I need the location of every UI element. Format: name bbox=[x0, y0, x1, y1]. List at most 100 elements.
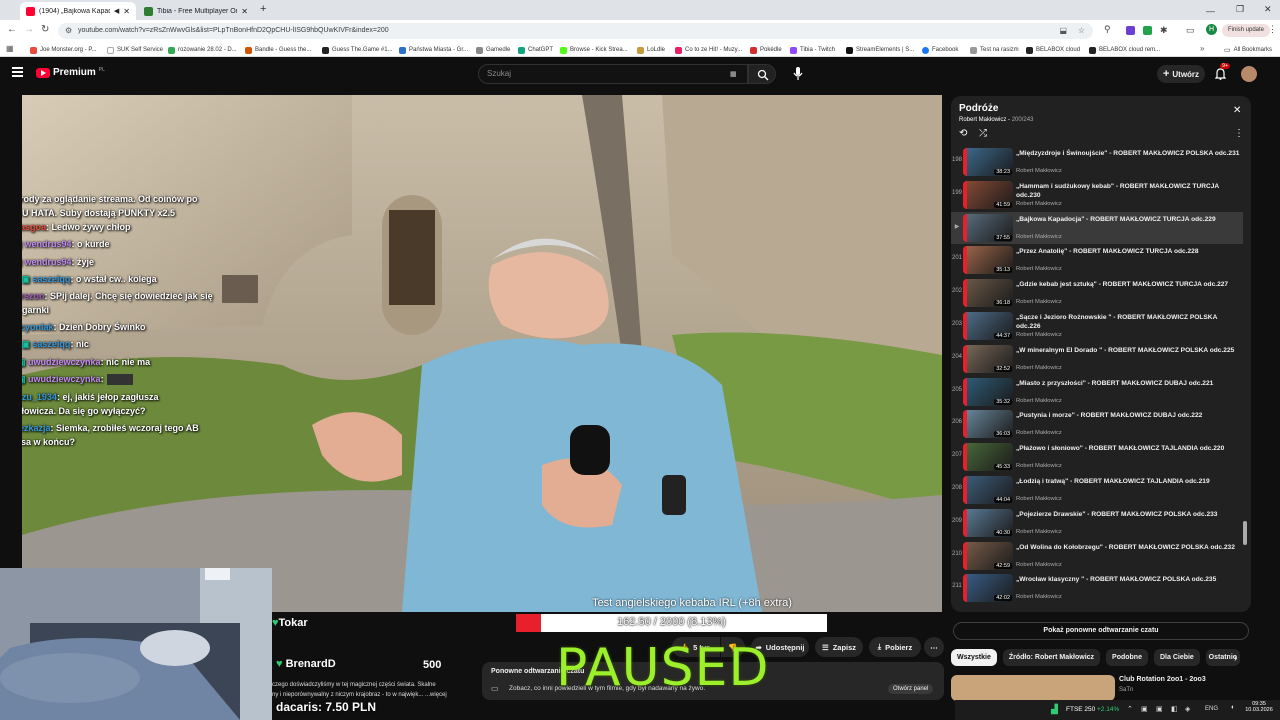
playlist-item-channel[interactable]: Robert Makłowicz bbox=[1016, 299, 1062, 305]
close-playlist-icon[interactable]: ✕ bbox=[1233, 105, 1241, 116]
close-tab-icon[interactable]: ✕ bbox=[123, 7, 130, 16]
playlist-item[interactable]: 205 35:32 „Miasto z przyszłości" - ROBERT … bbox=[951, 376, 1243, 408]
playlist-item[interactable]: 201 35:13 „Przez Anatolię" - ROBERT MAKŁOW… bbox=[951, 244, 1243, 276]
bookmark-item[interactable]: Browse - Kick Strea... bbox=[560, 45, 628, 55]
playlist-menu-icon[interactable]: ⋮ bbox=[1234, 128, 1244, 139]
bookmark-item[interactable]: Tibia - Twitch bbox=[790, 45, 835, 55]
youtube-logo[interactable]: Premium PL bbox=[36, 67, 105, 78]
chevron-right-icon[interactable]: » bbox=[1200, 44, 1204, 53]
bookmark-item[interactable]: Gamedle bbox=[476, 45, 510, 55]
playlist-item-thumbnail[interactable]: 32:52 bbox=[963, 344, 1013, 373]
notifications-bell-icon[interactable] bbox=[1214, 67, 1227, 85]
tab-youtube[interactable]: (1904) „Bajkowa Kapadocja" - ROBE ◀ ✕ bbox=[20, 2, 136, 20]
minimize-icon[interactable]: — bbox=[1206, 6, 1215, 16]
clock[interactable]: 09:35 10.03.2026 bbox=[1243, 701, 1275, 713]
install-icon[interactable]: ⬓ bbox=[1059, 23, 1067, 39]
playlist-item-title[interactable]: „Łodzią i tratwą" - ROBERT MAKŁOWICZ TAJ… bbox=[1016, 477, 1241, 486]
playlist-item-thumbnail[interactable]: 44:37 bbox=[963, 312, 1013, 340]
speaker-icon[interactable]: ◀ bbox=[114, 7, 119, 15]
playlist-item-channel[interactable]: Robert Makłowicz bbox=[1016, 529, 1062, 535]
bookmark-item[interactable]: Państwa Miasta - Gr... bbox=[399, 45, 468, 55]
playlist-item-channel[interactable]: Robert Makłowicz bbox=[1016, 594, 1062, 600]
tray-app-icon[interactable]: ▣ bbox=[1141, 705, 1148, 713]
playlist-item[interactable]: 208 44:04 „Łodzią i tratwą" - ROBERT MAKŁO… bbox=[951, 474, 1243, 506]
browser-menu-icon[interactable]: ⋮ bbox=[1268, 24, 1277, 35]
bookmark-item[interactable]: Co to ze Hit! - Muzy... bbox=[675, 45, 742, 55]
playlist-item-title[interactable]: „Międzyzdroje i Świnoujście" - ROBERT MA… bbox=[1016, 149, 1241, 158]
puzzle-icon[interactable]: ✱ bbox=[1160, 25, 1168, 36]
playlist-item-channel[interactable]: Robert Makłowicz bbox=[1016, 332, 1062, 338]
save-button[interactable]: ☰ Zapisz bbox=[815, 637, 863, 657]
playlist-item[interactable]: 206 36:03 „Pustynia i morze" - ROBERT MAKŁ… bbox=[951, 408, 1243, 440]
playlist-item-channel[interactable]: Robert Makłowicz bbox=[1016, 463, 1062, 469]
playlist-item[interactable]: 202 36:18 „Gdzie kebab jest sztuką" - ROBE… bbox=[951, 277, 1243, 309]
close-window-icon[interactable]: ✕ bbox=[1264, 4, 1272, 15]
language-indicator[interactable]: ENG bbox=[1205, 706, 1218, 712]
finish-update-button[interactable]: Finish update bbox=[1222, 24, 1271, 37]
playlist-item-thumbnail[interactable]: 37:55 bbox=[963, 213, 1013, 242]
bookmark-item[interactable]: Pokédle bbox=[750, 45, 782, 55]
more-actions-icon[interactable]: ⋯ bbox=[924, 637, 944, 657]
playlist-item-thumbnail[interactable]: 36:18 bbox=[963, 279, 1013, 308]
playlist-item[interactable]: 210 42:59 „Od Wolina do Kołobrzegu" - ROBE… bbox=[951, 540, 1243, 572]
download-button[interactable]: ⤓ Pobierz bbox=[869, 637, 921, 657]
bookmark-item[interactable]: BELABOX cloud rem... bbox=[1089, 45, 1160, 55]
chevron-right-icon[interactable]: › bbox=[1234, 653, 1237, 664]
keyboard-icon[interactable]: ▦ bbox=[730, 70, 737, 78]
tab-tibia[interactable]: Tibia - Free Multiplayer Online Role ✕ bbox=[138, 2, 254, 20]
playlist-item-channel[interactable]: Robert Makłowicz bbox=[1016, 266, 1062, 272]
bookmark-item[interactable]: StreamElements | S... bbox=[846, 45, 914, 55]
playlist-item[interactable]: 204 32:52 „W mineralnym El Dorado " - ROBE… bbox=[951, 343, 1243, 375]
close-tab-icon[interactable]: ✕ bbox=[241, 7, 248, 16]
extension-green-icon[interactable] bbox=[1143, 26, 1152, 35]
bookmark-item[interactable]: Test na rasizm bbox=[970, 45, 1019, 55]
back-icon[interactable]: ← bbox=[7, 24, 17, 35]
playlist-item-channel[interactable]: Robert Makłowicz bbox=[1016, 562, 1062, 568]
bookmark-item[interactable]: BELABOX cloud bbox=[1026, 45, 1080, 55]
playlist-item-thumbnail[interactable]: 35:32 bbox=[963, 377, 1013, 406]
chip-for-you[interactable]: Dla Ciebie bbox=[1153, 649, 1200, 666]
account-avatar[interactable] bbox=[1241, 66, 1257, 82]
playlist-item-title[interactable]: „Pojezierze Drawskie" - ROBERT MAKŁOWICZ… bbox=[1016, 510, 1241, 519]
loop-icon[interactable]: ⟲ bbox=[959, 128, 967, 139]
playlist-item-thumbnail[interactable]: 42:02 bbox=[963, 574, 1013, 603]
playlist-item-channel[interactable]: Robert Makłowicz bbox=[1016, 365, 1062, 371]
site-info-icon[interactable]: ⚙ bbox=[65, 23, 72, 39]
side-panel-icon[interactable]: ▭ bbox=[1186, 25, 1195, 36]
playlist-item[interactable]: 198 38:23 „Międzyzdroje i Świnoujście" - R… bbox=[951, 146, 1243, 178]
bookmark-item[interactable]: Guess The.Game #1... bbox=[322, 45, 393, 55]
extensions-icon[interactable]: ⚲ bbox=[1104, 24, 1111, 35]
chip-source[interactable]: Źródło: Robert Makłowicz bbox=[1002, 649, 1101, 666]
playlist-item-thumbnail[interactable]: 38:23 bbox=[963, 148, 1013, 176]
video-player[interactable]: nagrody za oglądanie streama. Od coinów … bbox=[22, 95, 942, 612]
playlist-item-title[interactable]: „Hammam i sudżukowy kebab" - ROBERT MAKŁ… bbox=[1016, 182, 1241, 200]
playlist-item-channel[interactable]: Robert Makłowicz bbox=[1016, 168, 1062, 174]
playlist-item-title[interactable]: „Gdzie kebab jest sztuką" - ROBERT MAKŁO… bbox=[1016, 280, 1241, 289]
playlist-item-channel[interactable]: Robert Makłowicz bbox=[1016, 234, 1062, 240]
playlist-item-channel[interactable]: Robert Makłowicz bbox=[1016, 496, 1062, 502]
playlist-owner[interactable]: Robert Makłowicz - 200/243 bbox=[959, 117, 1033, 123]
playlist-item-thumbnail[interactable]: 44:04 bbox=[963, 476, 1013, 504]
playlist-item[interactable]: 199 41:59 „Hammam i sudżukowy kebab" - ROB… bbox=[951, 179, 1243, 211]
all-bookmarks[interactable]: ▭ All Bookmarks bbox=[1224, 45, 1272, 55]
playlist-item-title[interactable]: „Przez Anatolię" - ROBERT MAKŁOWICZ TURC… bbox=[1016, 247, 1241, 256]
apps-grid-icon[interactable]: ▦ bbox=[6, 44, 14, 53]
bookmark-item[interactable]: Facebook bbox=[922, 45, 958, 55]
shuffle-icon[interactable]: ⤮ bbox=[979, 128, 987, 139]
playlist-item-thumbnail[interactable]: 36:03 bbox=[963, 410, 1013, 439]
playlist-item-title[interactable]: „Pustynia i morze" - ROBERT MAKŁOWICZ DU… bbox=[1016, 411, 1241, 420]
playlist-item-thumbnail[interactable]: 40:30 bbox=[963, 508, 1013, 537]
profile-avatar[interactable]: H bbox=[1206, 24, 1217, 35]
playlist-item[interactable]: 207 45:33 „Płażowo i słoniowo" - ROBERT MA… bbox=[951, 441, 1243, 473]
playlist-item-title[interactable]: „Sącze i Jezioro Rożnowskie " - ROBERT M… bbox=[1016, 313, 1241, 331]
new-tab-icon[interactable]: + bbox=[260, 3, 266, 15]
maximize-icon[interactable]: ❐ bbox=[1236, 4, 1244, 15]
bookmark-item[interactable]: SUK Self Service bbox=[107, 45, 163, 55]
bookmark-item[interactable]: Joe Monster.org - P... bbox=[30, 45, 97, 55]
scrollbar-thumb[interactable] bbox=[1243, 521, 1247, 545]
chip-related[interactable]: Podobne bbox=[1106, 649, 1148, 666]
search-input[interactable]: Szukaj bbox=[478, 64, 748, 84]
playlist-item-title[interactable]: „Miasto z przyszłości" - ROBERT MAKŁOWIC… bbox=[1016, 379, 1241, 388]
tray-overflow-icon[interactable]: ⌃ bbox=[1127, 705, 1133, 713]
playlist-item-title[interactable]: „Od Wolina do Kołobrzegu" - ROBERT MAKŁO… bbox=[1016, 543, 1241, 552]
